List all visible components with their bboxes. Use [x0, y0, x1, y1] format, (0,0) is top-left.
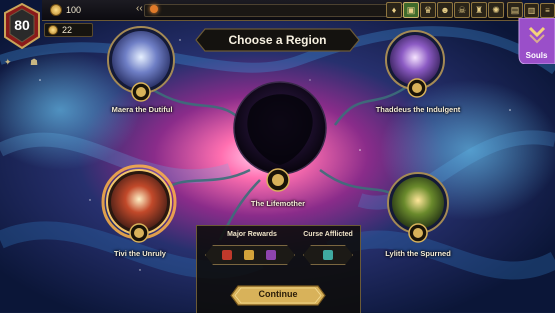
health-badge: 80	[3, 2, 41, 50]
region-label-maera[interactable]: Maera the Dutiful	[100, 105, 184, 114]
major-rewards-box	[205, 245, 295, 265]
keys-counter: 22	[44, 23, 93, 37]
gold-value: 100	[66, 5, 82, 15]
mask-icon[interactable]: ☻	[437, 2, 453, 18]
sun-icon[interactable]: ✺	[488, 2, 504, 18]
gold-counter: 100	[50, 4, 81, 16]
region-label-tivi[interactable]: Tivi the Unruly	[104, 249, 176, 258]
keys-value: 22	[62, 25, 73, 35]
health-value: 80	[14, 17, 30, 33]
progress-track	[144, 4, 414, 17]
curse-icon[interactable]	[323, 250, 333, 260]
region-label-thaddeus[interactable]: Thaddeus the Indulgent	[368, 105, 468, 114]
curse-box	[303, 245, 353, 265]
menu-icon[interactable]: ≡	[540, 3, 555, 18]
top-bar: 100 ‹‹ ♦ ▣ ♛ ☻ ☠ ♜ ✺ ▤	[42, 0, 523, 21]
deck-icon[interactable]: ▥	[524, 3, 539, 18]
owl-icon[interactable]: ♛	[420, 2, 436, 18]
bell-icon[interactable]: ♦	[386, 2, 402, 18]
map-icon[interactable]: ▣	[403, 2, 419, 18]
major-rewards-heading: Major Rewards	[227, 231, 277, 238]
helm-icon[interactable]: ♜	[471, 2, 487, 18]
gold-coin-icon	[50, 4, 62, 16]
continue-label[interactable]: Continue	[230, 289, 326, 299]
flame-gem-icon	[150, 5, 158, 13]
page-title: Choose a Region	[228, 33, 327, 47]
skull-icon[interactable]: ☠	[454, 2, 470, 18]
key-icon	[48, 25, 58, 35]
relic-gold-icon[interactable]	[244, 250, 254, 260]
region-label-lifemother[interactable]: The Lifemother	[240, 199, 316, 208]
gear-icon[interactable]: ✦	[4, 57, 12, 68]
relic-red-icon[interactable]	[222, 250, 232, 260]
ghost-icon: ☗	[30, 57, 39, 67]
curse-heading: Curse Afflicted	[303, 231, 353, 238]
relic-purple-icon[interactable]	[266, 250, 276, 260]
folder-icon[interactable]: ▤	[507, 2, 523, 18]
region-label-lylith[interactable]: Lylith the Spurned	[378, 249, 458, 258]
souls-label: Souls	[525, 51, 548, 60]
